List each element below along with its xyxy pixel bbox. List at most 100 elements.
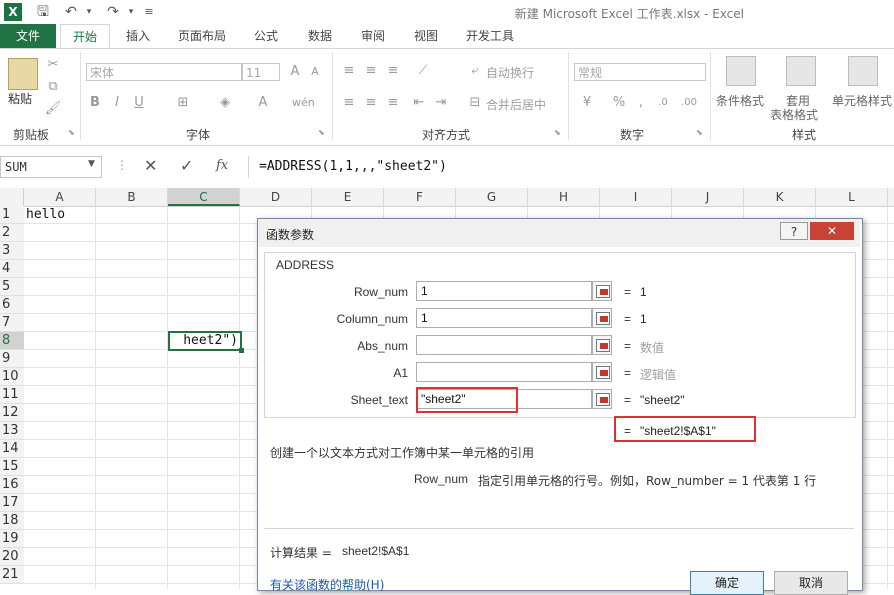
increase-font-icon[interactable]: A <box>286 63 304 81</box>
formula-input[interactable]: =ADDRESS(1,1,,,"sheet2") <box>248 156 894 178</box>
decrease-font-icon[interactable]: A <box>306 63 324 81</box>
font-size-select[interactable]: 11 <box>242 63 280 81</box>
bold-icon[interactable]: B <box>86 94 104 112</box>
decrease-decimal-icon[interactable]: .00 <box>680 94 698 112</box>
font-name-select[interactable]: 宋体 <box>86 63 242 81</box>
column-header-h[interactable]: H <box>528 188 600 206</box>
alignment-launcher-icon[interactable]: ⬊ <box>554 128 561 137</box>
align-bottom-icon[interactable]: ≡ <box>384 62 402 80</box>
row-header-21[interactable]: 21 <box>0 566 24 584</box>
range-select-icon[interactable] <box>592 389 612 409</box>
column-header-i[interactable]: I <box>600 188 672 206</box>
column-header-j[interactable]: J <box>672 188 744 206</box>
redo-icon[interactable]: ↷ <box>104 3 122 21</box>
row-header-1[interactable]: 1 <box>0 206 24 224</box>
column-header-k[interactable]: K <box>744 188 816 206</box>
row-header-6[interactable]: 6 <box>0 296 24 314</box>
ok-button[interactable]: 确定 <box>690 571 764 595</box>
row-header-14[interactable]: 14 <box>0 440 24 458</box>
column-header-c[interactable]: C <box>168 188 240 206</box>
confirm-entry-icon[interactable]: ✓ <box>180 156 193 175</box>
tab-formulas[interactable]: 公式 <box>246 24 286 48</box>
conditional-format-icon[interactable] <box>726 56 756 86</box>
cancel-entry-icon[interactable]: ✕ <box>144 156 157 175</box>
range-select-icon[interactable] <box>592 281 612 301</box>
underline-icon[interactable]: U <box>130 94 148 112</box>
column-header-e[interactable]: E <box>312 188 384 206</box>
align-right-icon[interactable]: ≡ <box>384 94 402 112</box>
select-all-corner[interactable] <box>0 188 24 206</box>
accounting-format-icon[interactable]: ¥ <box>578 94 596 112</box>
dialog-title-bar[interactable] <box>258 219 860 247</box>
fill-color-icon[interactable]: ◈ <box>216 94 234 112</box>
copy-icon[interactable]: ⧉ <box>44 78 62 96</box>
help-button[interactable]: ? <box>780 222 808 240</box>
row-header-18[interactable]: 18 <box>0 512 24 530</box>
paste-button[interactable]: 粘贴 <box>8 90 32 107</box>
cell-styles-icon[interactable] <box>848 56 878 86</box>
fill-handle[interactable] <box>239 348 244 353</box>
name-box-dropdown-icon[interactable]: ▼ <box>88 159 95 169</box>
row-header-8[interactable]: 8 <box>0 332 24 350</box>
tab-developer[interactable]: 开发工具 <box>458 24 522 48</box>
cut-icon[interactable]: ✂ <box>44 56 62 74</box>
range-select-icon[interactable] <box>592 362 612 382</box>
row-header-15[interactable]: 15 <box>0 458 24 476</box>
undo-dropdown-icon[interactable]: ▾ <box>80 3 98 21</box>
active-cell-c8[interactable]: heet2") <box>168 331 242 351</box>
column-header-g[interactable]: G <box>456 188 528 206</box>
format-as-table-icon[interactable] <box>786 56 816 86</box>
tab-data[interactable]: 数据 <box>298 24 342 48</box>
undo-icon[interactable]: ↶ <box>62 3 80 21</box>
arg-input-row-num[interactable]: 1 <box>416 281 592 301</box>
border-icon[interactable]: ⊞ <box>174 94 192 112</box>
insert-function-icon[interactable]: fx <box>216 158 228 173</box>
comma-style-icon[interactable]: , <box>632 94 650 112</box>
column-header-l[interactable]: L <box>816 188 888 206</box>
cancel-button[interactable]: 取消 <box>774 571 848 595</box>
tab-view[interactable]: 视图 <box>404 24 448 48</box>
font-color-icon[interactable]: A <box>254 94 272 112</box>
increase-decimal-icon[interactable]: .0 <box>654 94 672 112</box>
tab-page-layout[interactable]: 页面布局 <box>170 24 234 48</box>
clipboard-launcher-icon[interactable]: ⬊ <box>68 128 75 137</box>
row-header-20[interactable]: 20 <box>0 548 24 566</box>
row-header-17[interactable]: 17 <box>0 494 24 512</box>
tab-home[interactable]: 开始 <box>60 24 110 48</box>
row-header-16[interactable]: 16 <box>0 476 24 494</box>
row-header-19[interactable]: 19 <box>0 530 24 548</box>
italic-icon[interactable]: I <box>108 94 126 112</box>
function-help-link[interactable]: 有关该函数的帮助(H) <box>270 576 384 593</box>
column-header-b[interactable]: B <box>96 188 168 206</box>
wrap-text-icon[interactable]: ⤶ <box>466 62 484 80</box>
row-header-4[interactable]: 4 <box>0 260 24 278</box>
number-launcher-icon[interactable]: ⬊ <box>696 128 703 137</box>
redo-dropdown-icon[interactable]: ▾ <box>122 3 140 21</box>
phonetic-icon[interactable]: wén <box>292 94 315 112</box>
merge-center-icon[interactable]: ⊟ <box>466 94 484 112</box>
align-middle-icon[interactable]: ≡ <box>362 62 380 80</box>
save-icon[interactable]: 🖫 <box>34 3 52 21</box>
range-select-icon[interactable] <box>592 335 612 355</box>
conditional-format-button[interactable]: 条件格式 <box>716 92 764 109</box>
format-painter-icon[interactable]: 🖌 <box>44 100 62 118</box>
column-header-f[interactable]: F <box>384 188 456 206</box>
tab-review[interactable]: 审阅 <box>352 24 394 48</box>
range-select-icon[interactable] <box>592 308 612 328</box>
row-header-3[interactable]: 3 <box>0 242 24 260</box>
format-as-table-line2[interactable]: 表格格式 <box>770 106 818 123</box>
align-top-icon[interactable]: ≡ <box>340 62 358 80</box>
number-format-select[interactable]: 常规 <box>574 63 706 81</box>
arg-input-a1[interactable] <box>416 362 592 382</box>
increase-indent-icon[interactable]: ⇥ <box>432 94 450 112</box>
name-box[interactable]: SUM <box>0 156 102 178</box>
tab-insert[interactable]: 插入 <box>116 24 160 48</box>
merge-center-button[interactable]: 合并后居中 <box>486 96 546 113</box>
align-center-icon[interactable]: ≡ <box>362 94 380 112</box>
column-header-d[interactable]: D <box>240 188 312 206</box>
row-header-5[interactable]: 5 <box>0 278 24 296</box>
column-header-a[interactable]: A <box>24 188 96 206</box>
row-header-2[interactable]: 2 <box>0 224 24 242</box>
cell-styles-button[interactable]: 单元格样式 <box>832 92 892 109</box>
orientation-icon[interactable]: ⟋ <box>414 62 432 80</box>
